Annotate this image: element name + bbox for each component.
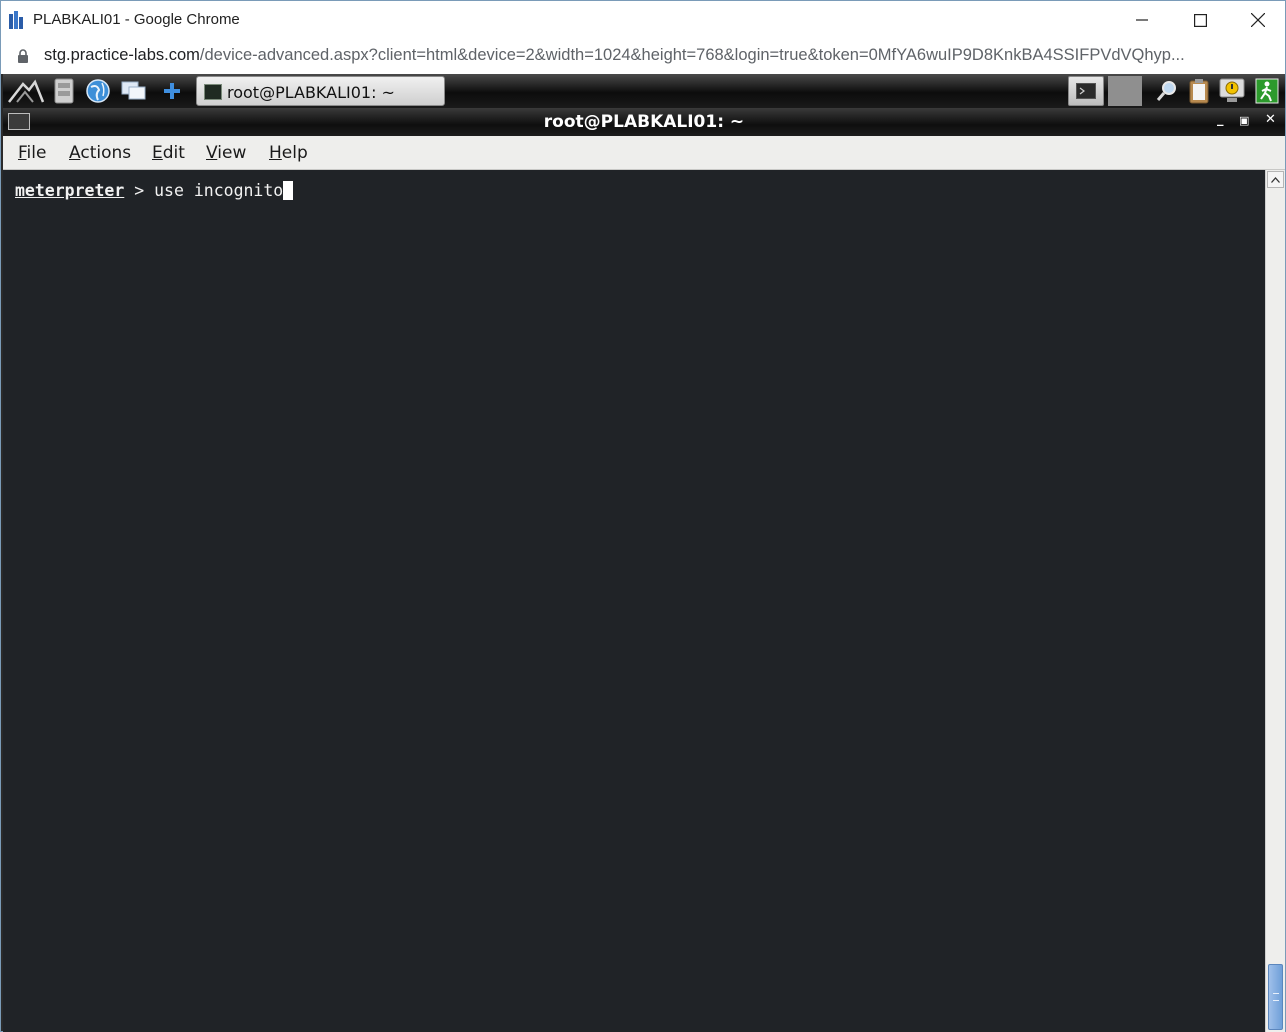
text-cursor (283, 181, 294, 200)
grip-icon (1273, 993, 1279, 1001)
logout-button[interactable] (1253, 76, 1281, 106)
url-text[interactable]: stg.practice-labs.com/device-advanced.as… (44, 46, 1185, 65)
menu-help[interactable]: Help (269, 143, 308, 163)
prompt-name: meterpreter (15, 181, 125, 200)
browser-window-title: PLABKALI01 - Google Chrome (33, 11, 240, 28)
show-desktop-button[interactable] (119, 76, 149, 106)
file-manager-icon (54, 78, 74, 104)
logout-icon (1255, 78, 1279, 104)
web-browser-icon (86, 79, 110, 103)
tray-blank-button[interactable] (1108, 76, 1142, 106)
close-button[interactable] (1229, 1, 1286, 39)
terminal-scrollbar[interactable] (1265, 170, 1285, 1032)
menu-actions[interactable]: Actions (69, 143, 131, 163)
desktop-panel: root@PLABKALI01: ~ (3, 74, 1285, 108)
add-button[interactable] (157, 76, 187, 106)
terminal-title-bar[interactable]: root@PLABKALI01: ~ _ ▣ ✕ (3, 108, 1285, 136)
practice-labs-icon (9, 11, 23, 29)
power-button[interactable] (1217, 76, 1247, 106)
menu-view[interactable]: View (206, 143, 246, 163)
terminal-window-title: root@PLABKALI01: ~ (543, 112, 745, 132)
maximize-button[interactable] (1171, 1, 1229, 39)
scroll-thumb[interactable] (1268, 964, 1283, 1030)
power-icon (1219, 78, 1245, 102)
url-host: stg.practice-labs.com (44, 46, 200, 64)
show-desktop-icon (121, 81, 146, 100)
search-button[interactable] (1153, 76, 1181, 106)
scroll-up-button[interactable] (1267, 171, 1284, 188)
minimize-button[interactable] (1113, 1, 1171, 39)
file-manager-button[interactable] (49, 76, 79, 106)
minimize-icon (1136, 19, 1148, 21)
clipboard-icon (1189, 79, 1209, 104)
terminal-icon (204, 84, 222, 100)
prompt-separator: > (124, 181, 155, 200)
taskbar-terminal-task[interactable]: root@PLABKALI01: ~ (196, 76, 445, 106)
clipboard-button[interactable] (1185, 76, 1213, 106)
chevron-up-icon (1271, 176, 1280, 183)
maximize-icon (1193, 13, 1207, 27)
terminal-output[interactable]: meterpreter > use incognito (3, 170, 1265, 1032)
address-bar[interactable]: stg.practice-labs.com/device-advanced.as… (0, 38, 1286, 74)
kali-menu-button[interactable] (7, 76, 45, 106)
terminal-menu-bar: File Actions Edit View Help (3, 136, 1285, 170)
remote-desktop[interactable]: root@PLABKALI01: ~ root@PLABKALI01: ~ _ … (0, 74, 1286, 1032)
task-label: root@PLABKALI01: ~ (227, 83, 395, 102)
menu-edit[interactable]: Edit (152, 143, 185, 163)
terminal-restore-icon[interactable]: ▣ (1239, 114, 1249, 127)
tray-terminal-button[interactable] (1068, 76, 1104, 106)
web-browser-button[interactable] (83, 76, 113, 106)
terminal-minimize-icon[interactable]: _ (1217, 112, 1224, 127)
terminal-close-icon[interactable]: ✕ (1265, 112, 1276, 127)
browser-title-bar: PLABKALI01 - Google Chrome (0, 0, 1286, 38)
close-icon (1251, 13, 1265, 27)
lock-icon (18, 49, 28, 63)
url-path: /device-advanced.aspx?client=html&device… (199, 46, 1185, 64)
kali-menu-icon (8, 79, 45, 103)
command-text: use incognito (154, 181, 284, 200)
terminal-icon (1076, 83, 1096, 99)
add-icon (164, 83, 180, 99)
menu-file[interactable]: File (18, 143, 46, 163)
search-icon (1156, 81, 1176, 101)
command-line[interactable]: meterpreter > use incognito (15, 181, 294, 200)
